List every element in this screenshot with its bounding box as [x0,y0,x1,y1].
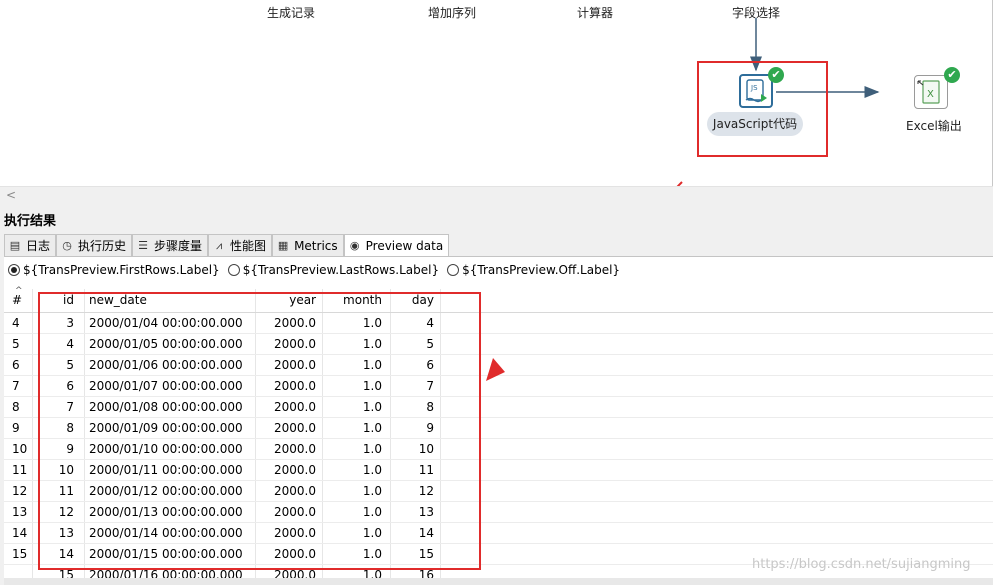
tab-step-metrics-label: 步骤度量 [154,239,203,253]
history-clock-icon: ◷ [62,238,72,252]
results-tab-bar: ▤ 日志 ◷ 执行历史 ☰ 步骤度量 ⩘ 性能图 ▦ Metrics ◉ Pre… [4,234,450,256]
metrics-icon: ▦ [277,238,289,252]
tab-log[interactable]: ▤ 日志 [4,234,57,256]
tab-log-label: 日志 [26,239,51,253]
performance-chart-icon: ⩘ [215,238,223,252]
scroll-left-icon[interactable]: < [6,188,16,202]
radio-first-rows-label: ${TransPreview.FirstRows.Label} [23,263,220,277]
radio-off-label: ${TransPreview.Off.Label} [462,263,621,277]
tab-metrics[interactable]: ▦ Metrics [272,234,344,256]
excel-output-step-label[interactable]: Excel输出 [906,117,962,134]
tab-execution-history[interactable]: ◷ 执行历史 [56,234,133,256]
tab-preview-data[interactable]: ◉ Preview data [343,234,450,256]
preview-mode-radio-group: ${TransPreview.FirstRows.Label} ${TransP… [8,259,628,281]
tab-metrics-label: Metrics [294,238,338,253]
tab-performance-chart-label: 性能图 [230,239,267,253]
radio-last-rows-label: ${TransPreview.LastRows.Label} [242,263,440,277]
sort-indicator-icon: ^ [15,286,23,296]
excel-step-success-check-icon: ✔ [944,67,960,83]
radio-off[interactable]: ${TransPreview.Off.Label} [447,263,620,277]
execution-results-title: 执行结果 [4,214,57,229]
tab-performance-chart[interactable]: ⩘ 性能图 [208,234,273,256]
log-icon: ▤ [9,238,21,252]
annotation-highlight-js-step [697,61,828,157]
annotation-highlight-table [38,292,481,570]
canvas-horizontal-scrollbar[interactable]: < [0,186,993,203]
radio-first-rows-indicator[interactable] [8,264,20,276]
eye-icon: ◉ [349,238,360,252]
tab-preview-data-label: Preview data [365,238,444,253]
radio-off-indicator[interactable] [447,264,460,276]
radio-last-rows[interactable]: ${TransPreview.LastRows.Label} [227,263,440,277]
tab-execution-history-label: 执行历史 [78,239,127,253]
excel-output-step-icon[interactable]: X [914,75,948,109]
pentaho-spoon-window: 生成记录 增加序列 计算器 字段选择 JS ✔ JavaScript代码 X ✔… [0,0,993,585]
radio-last-rows-indicator[interactable] [227,264,240,276]
hop-connectors [676,18,880,186]
step-metrics-icon: ☰ [138,238,148,252]
transformation-canvas[interactable]: 生成记录 增加序列 计算器 字段选择 JS ✔ JavaScript代码 X ✔… [0,0,993,203]
tab-step-metrics[interactable]: ☰ 步骤度量 [132,234,209,256]
radio-first-rows[interactable]: ${TransPreview.FirstRows.Label} [8,263,220,277]
table-horizontal-scrollbar[interactable] [4,578,993,585]
watermark: https://blog.csdn.net/sujiangming [752,557,971,572]
svg-text:X: X [927,89,934,100]
excel-file-icon: X [917,80,940,104]
